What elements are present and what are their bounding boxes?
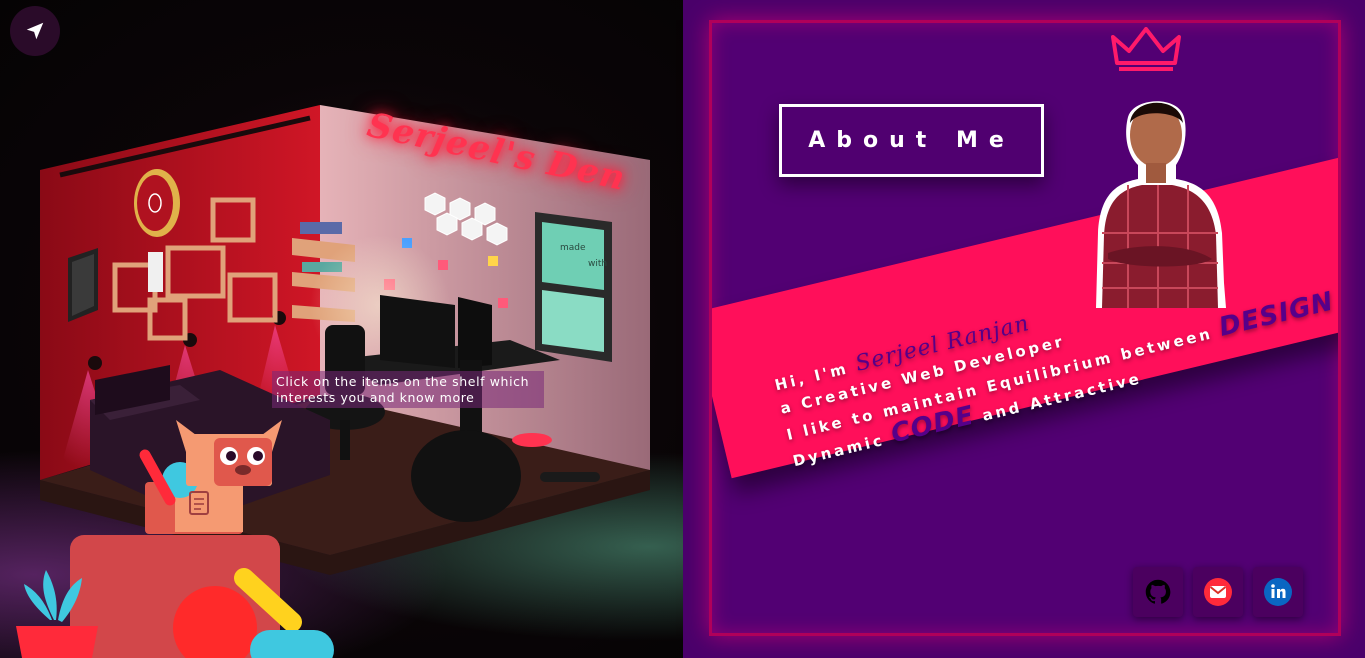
linkedin-icon bbox=[1264, 578, 1292, 606]
social-links bbox=[1133, 567, 1303, 617]
navigate-button[interactable] bbox=[10, 6, 60, 56]
svg-text:made: made bbox=[560, 243, 586, 253]
side-table bbox=[512, 433, 552, 447]
picture-frame[interactable] bbox=[68, 248, 98, 322]
gmail-icon bbox=[1204, 578, 1232, 606]
about-panel: Hi, I'm Serjeel Ranjan a Creative Web De… bbox=[683, 0, 1365, 658]
linkedin-button[interactable] bbox=[1253, 567, 1303, 617]
page-root: made with Serjeel's Den Click on the ite… bbox=[0, 0, 1365, 658]
github-button[interactable] bbox=[1133, 567, 1183, 617]
github-icon bbox=[1145, 579, 1171, 604]
wall-clock[interactable] bbox=[134, 169, 180, 237]
room-illustration: made with bbox=[16, 105, 650, 658]
room-scene: made with Serjeel's Den Click on the ite… bbox=[0, 0, 683, 658]
dumbbell bbox=[540, 472, 600, 482]
crown-icon bbox=[1111, 27, 1181, 71]
gmail-button[interactable] bbox=[1193, 567, 1243, 617]
window: made with bbox=[535, 212, 612, 362]
shelf-tooltip: Click on the items on the shelf which in… bbox=[272, 371, 544, 408]
about-heading: About Me bbox=[779, 104, 1044, 177]
svg-text:with: with bbox=[588, 259, 607, 269]
shelf-book[interactable] bbox=[148, 252, 163, 292]
bean-bag[interactable] bbox=[411, 430, 521, 522]
navigation-arrow-icon bbox=[26, 22, 44, 40]
